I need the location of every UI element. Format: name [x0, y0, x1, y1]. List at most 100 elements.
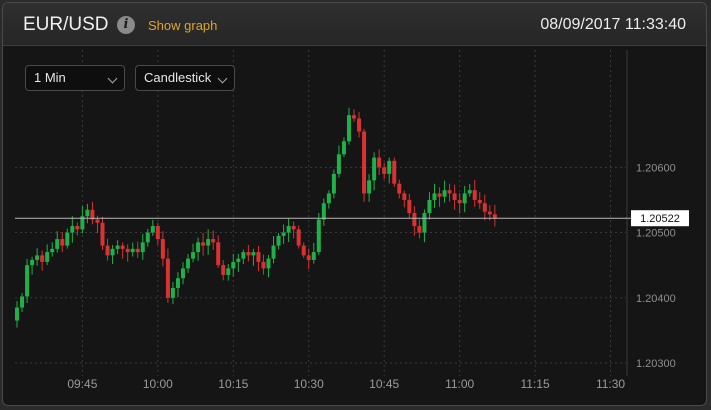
candle-body	[367, 180, 372, 194]
candlestick-chart[interactable]: 1.20600 1.20500 1.20400 1.20300 09:45 10:00 10…	[3, 46, 707, 406]
candle-body	[231, 261, 236, 269]
candle-body	[462, 193, 467, 204]
candle-body	[291, 226, 296, 230]
candle-body	[357, 118, 362, 132]
chevron-down-icon	[217, 73, 228, 84]
current-price-label: 1.20522	[640, 213, 680, 225]
candle-body	[447, 190, 452, 194]
interval-select-value: 1 Min	[34, 70, 66, 85]
candle-body	[140, 242, 145, 253]
widget-header: EUR/USD i Show graph 08/09/2017 11:33:40	[3, 3, 706, 46]
candle-body	[387, 160, 392, 174]
candle-body	[452, 193, 457, 200]
candle-body	[155, 226, 160, 240]
candle-body	[412, 213, 417, 227]
candle-body	[352, 115, 357, 119]
candle-body	[120, 245, 125, 249]
candle-body	[407, 199, 412, 213]
x-tick-label: 09:45	[67, 377, 97, 391]
candle-body	[276, 235, 281, 246]
candle-body	[251, 252, 256, 256]
candle-body	[281, 232, 286, 236]
chevron-down-icon	[107, 73, 118, 84]
candle-body	[25, 265, 30, 297]
candle-body	[160, 239, 165, 259]
candle-body	[437, 193, 442, 197]
candle-body	[246, 252, 251, 256]
candle-body	[125, 248, 130, 253]
candle-body	[226, 268, 231, 275]
candle-body	[191, 252, 196, 259]
x-tick-label: 11:15	[521, 377, 550, 391]
info-icon[interactable]: i	[117, 16, 135, 34]
candle-body	[130, 248, 135, 253]
x-tick-label: 10:30	[294, 377, 324, 391]
x-tick-label: 11:30	[596, 377, 625, 391]
candle-body	[20, 296, 25, 308]
candle-body	[321, 203, 326, 220]
candle-body	[85, 209, 90, 217]
candle-body	[35, 255, 40, 260]
candle-body	[180, 268, 185, 279]
y-tick-label: 1.20400	[636, 293, 676, 305]
candle-body	[75, 226, 80, 230]
y-tick-label: 1.20500	[636, 228, 676, 240]
candle-body	[211, 239, 216, 243]
candle-body	[286, 226, 291, 233]
chart-type-select-value: Candlestick	[144, 70, 212, 85]
currency-pair-title: EUR/USD	[23, 14, 109, 35]
candle-body	[392, 160, 397, 184]
candle-body	[422, 213, 427, 233]
x-tick-label: 10:45	[369, 377, 399, 391]
show-graph-link[interactable]: Show graph	[148, 18, 217, 33]
candle-body	[216, 242, 221, 266]
candle-body	[186, 258, 191, 269]
candle-body	[296, 229, 301, 246]
candle-body	[427, 199, 432, 213]
candle-body	[40, 255, 45, 262]
candle-body	[95, 219, 100, 223]
candle-body	[346, 115, 351, 142]
candle-body	[201, 242, 206, 246]
candle-body	[341, 141, 346, 155]
candle-body	[266, 258, 271, 269]
candle-body	[326, 193, 331, 204]
candle-body	[15, 307, 19, 321]
candle-body	[311, 252, 316, 260]
candle-body	[261, 261, 266, 269]
candle-body	[135, 248, 140, 253]
candle-body	[316, 219, 321, 253]
candle-body	[482, 203, 487, 212]
candle-body	[432, 193, 437, 200]
candle-body	[271, 245, 276, 259]
candle-body	[236, 258, 241, 262]
candle-body	[206, 239, 211, 246]
interval-select[interactable]: 1 Min	[25, 65, 125, 91]
candle-body	[175, 278, 180, 288]
candle-body	[50, 248, 55, 253]
x-tick-label: 11:00	[445, 377, 474, 391]
quote-widget: EUR/USD i Show graph 08/09/2017 11:33:40…	[2, 2, 707, 406]
candle-body	[55, 239, 60, 249]
x-tick-label: 10:15	[218, 377, 248, 391]
candle-body	[402, 193, 407, 200]
candle-body	[492, 214, 497, 219]
chart-type-select[interactable]: Candlestick	[135, 65, 235, 91]
candle-body	[487, 211, 492, 215]
candle-body	[165, 258, 170, 298]
candle-body	[331, 173, 336, 194]
candle-body	[45, 252, 50, 262]
candle-body	[377, 157, 382, 168]
candle-body	[70, 226, 75, 233]
candle-body	[397, 183, 402, 194]
chart-area[interactable]: 1.20600 1.20500 1.20400 1.20300 09:45 10:00 10…	[3, 46, 707, 406]
candle-body	[105, 245, 110, 256]
candle-body	[472, 190, 477, 200]
candle-body	[477, 199, 482, 204]
candle-body	[145, 232, 150, 243]
y-tick-label: 1.20300	[636, 358, 676, 370]
candle-body	[196, 242, 201, 253]
candle-body	[241, 252, 246, 259]
candle-body	[372, 157, 377, 181]
candle-body	[382, 167, 387, 174]
